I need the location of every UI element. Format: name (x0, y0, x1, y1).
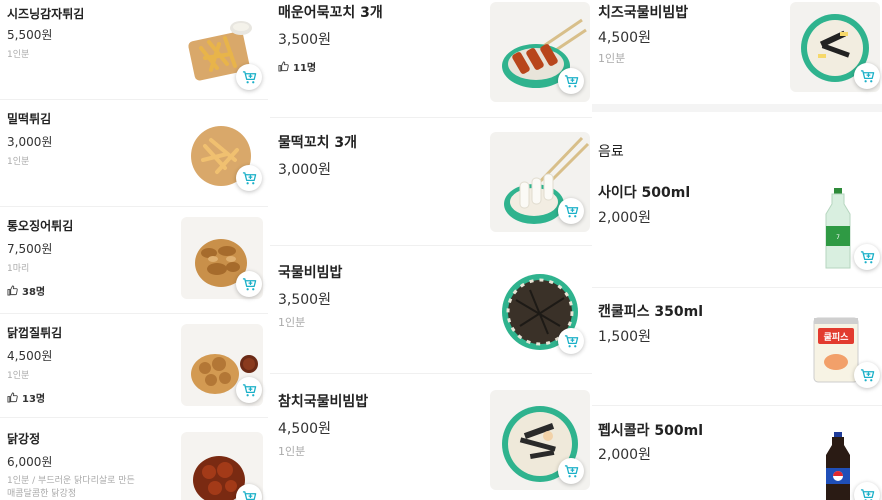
item-name: 사이다 500ml (598, 185, 691, 201)
cart-plus-icon (242, 171, 256, 184)
like-count-text: 11명 (293, 63, 317, 74)
item-price: 2,000원 (598, 210, 651, 226)
item-price: 3,500원 (278, 292, 331, 308)
add-to-cart-button[interactable] (558, 328, 584, 354)
cart-plus-icon (242, 70, 256, 83)
item-name: 시즈닝감자튀김 (7, 7, 85, 21)
item-description: 1마리 (7, 264, 30, 274)
item-price: 4,500원 (7, 349, 53, 363)
add-to-cart-button[interactable] (236, 377, 262, 403)
add-to-cart-button[interactable] (558, 198, 584, 224)
like-count: 38명 (7, 283, 45, 298)
item-name: 치즈국물비빔밥 (598, 5, 689, 21)
item-name: 펩시콜라 500ml (598, 423, 704, 439)
item-name: 물떡꼬치 3개 (278, 135, 358, 151)
menu-item[interactable]: 닭강정 6,000원 1인분 / 부드러운 닭다리살로 만든 매콤달콤한 닭강정 (0, 418, 268, 500)
item-description: 1인분 (7, 371, 30, 381)
menu-item[interactable]: 캔쿨피스 350ml 1,500원 쿨피스 (592, 288, 882, 406)
item-price: 4,500원 (278, 421, 331, 437)
item-name: 통오징어튀김 (7, 219, 74, 233)
cart-plus-icon (242, 490, 256, 500)
menu-item[interactable]: 펩시콜라 500ml 2,000원 (592, 406, 882, 500)
add-to-cart-button[interactable] (854, 362, 880, 388)
like-count: 11명 (278, 59, 316, 74)
cart-plus-icon (564, 74, 578, 87)
item-price: 3,000원 (278, 162, 331, 178)
cart-plus-icon (242, 383, 256, 396)
menu-item[interactable]: 사이다 500ml 2,000원 7 (592, 170, 882, 288)
item-description: 1인분 (7, 157, 30, 167)
item-name: 닭강정 (7, 432, 41, 446)
thumbs-up-icon (7, 285, 18, 296)
item-name: 국물비빔밥 (278, 265, 343, 281)
menu-column-3: 치즈국물비빔밥 4,500원 1인분 음료 사이다 500ml 2,000원 7… (592, 0, 882, 500)
item-price: 3,500원 (278, 32, 331, 48)
menu-item[interactable]: 참치국물비빔밥 4,500원 1인분 (270, 374, 592, 500)
menu-item[interactable]: 물떡꼬치 3개 3,000원 (270, 118, 592, 246)
menu-item[interactable]: 통오징어튀김 7,500원 1마리 38명 (0, 207, 268, 314)
like-count-text: 13명 (22, 394, 46, 405)
menu-item[interactable]: 밀떡튀김 3,000원 1인분 (0, 100, 268, 207)
svg-text:7: 7 (836, 234, 840, 241)
item-price: 2,000원 (598, 447, 651, 463)
add-to-cart-button[interactable] (558, 458, 584, 484)
add-to-cart-button[interactable] (854, 482, 880, 500)
add-to-cart-button[interactable] (236, 64, 262, 90)
item-price: 3,000원 (7, 135, 53, 149)
cart-plus-icon (564, 334, 578, 347)
cart-plus-icon (564, 204, 578, 217)
item-name: 밀떡튀김 (7, 112, 52, 126)
item-name: 참치국물비빔밥 (278, 394, 369, 410)
cart-plus-icon (242, 277, 256, 290)
item-price: 4,500원 (598, 30, 651, 46)
cart-plus-icon (860, 488, 874, 500)
item-description: 1인분 (598, 52, 626, 65)
menu-column-1: 시즈닝감자튀김 5,500원 1인분 밀떡튀김 3,000원 1인분 통오징어튀… (0, 0, 268, 500)
menu-item[interactable]: 국물비빔밥 3,500원 1인분 (270, 246, 592, 374)
coolpis-can-label: 쿨피스 (824, 331, 850, 343)
menu-item[interactable]: 매운어묵꼬치 3개 3,500원 11명 (270, 0, 592, 118)
cart-plus-icon (860, 250, 874, 263)
item-price: 5,500원 (7, 28, 53, 42)
item-name: 캔쿨피스 350ml (598, 304, 704, 320)
thumbs-up-icon (7, 392, 18, 403)
cart-plus-icon (564, 464, 578, 477)
item-description: 1인분 (7, 50, 30, 60)
item-description: 1인분 (278, 316, 306, 329)
menu-item[interactable]: 시즈닝감자튀김 5,500원 1인분 (0, 0, 268, 100)
menu-column-2: 매운어묵꼬치 3개 3,500원 11명 물떡꼬치 3개 3,000원 국물비빔… (270, 0, 592, 500)
add-to-cart-button[interactable] (236, 165, 262, 191)
thumbs-up-icon (278, 61, 289, 72)
item-description: 1인분 (278, 445, 306, 458)
cart-plus-icon (860, 368, 874, 381)
cart-plus-icon (860, 69, 874, 82)
item-description: 1인분 / 부드러운 닭다리살로 만든 (7, 476, 135, 486)
section-title-drinks: 음료 (598, 144, 624, 160)
add-to-cart-button[interactable] (558, 68, 584, 94)
menu-item[interactable]: 치즈국물비빔밥 4,500원 1인분 (592, 0, 882, 104)
item-name: 닭껍질튀김 (7, 326, 63, 340)
section-divider (592, 104, 882, 112)
item-price: 6,000원 (7, 455, 53, 469)
like-count: 13명 (7, 390, 45, 405)
item-description-line-2: 매콤달콤한 닭강정 (7, 489, 77, 499)
add-to-cart-button[interactable] (854, 244, 880, 270)
item-price: 7,500원 (7, 242, 53, 256)
item-price: 1,500원 (598, 329, 651, 345)
menu-item[interactable]: 닭껍질튀김 4,500원 1인분 13명 (0, 314, 268, 418)
like-count-text: 38명 (22, 287, 46, 298)
add-to-cart-button[interactable] (236, 271, 262, 297)
add-to-cart-button[interactable] (854, 63, 880, 89)
item-name: 매운어묵꼬치 3개 (278, 5, 383, 21)
